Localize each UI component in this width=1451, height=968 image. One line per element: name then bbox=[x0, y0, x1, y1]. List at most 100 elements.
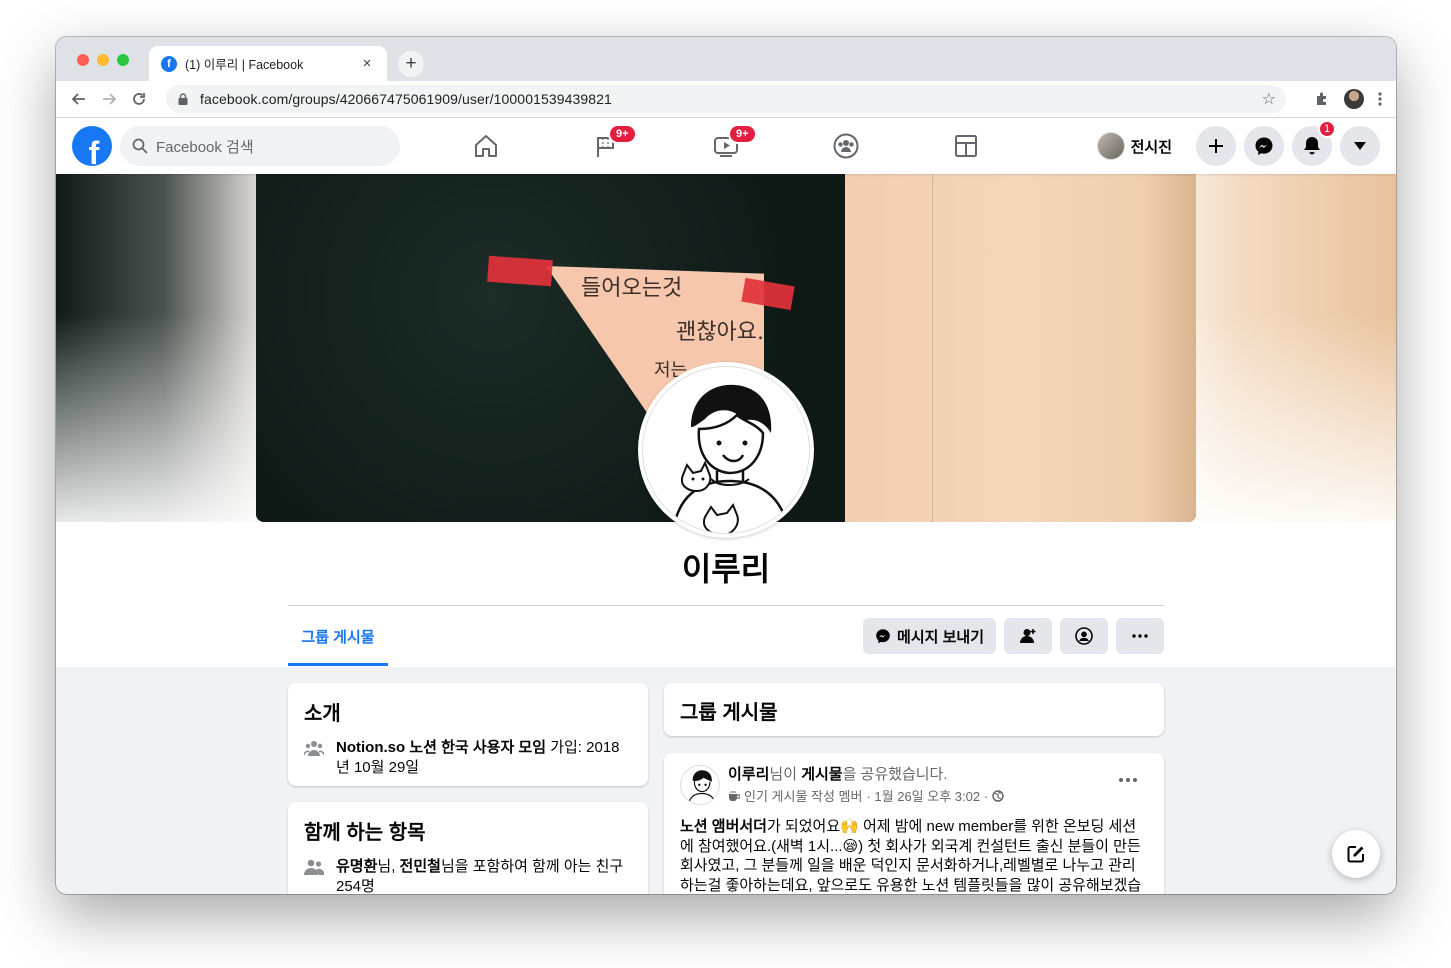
back-button[interactable] bbox=[64, 84, 94, 114]
url-text: facebook.com/groups/420667475061909/user… bbox=[200, 91, 612, 107]
main-nav: 9+ 9+ bbox=[426, 118, 1026, 174]
cover-tape-left bbox=[487, 255, 553, 287]
close-window-button[interactable] bbox=[77, 54, 89, 66]
add-friend-button[interactable] bbox=[1004, 618, 1052, 654]
globe-icon bbox=[992, 789, 1004, 802]
send-message-label: 메시지 보내기 bbox=[897, 628, 984, 646]
profile-name: 이루리 bbox=[681, 551, 771, 587]
messenger-button[interactable] bbox=[1244, 126, 1284, 166]
zoom-window-button[interactable] bbox=[117, 54, 129, 66]
search-bar[interactable]: Facebook 검색 bbox=[120, 126, 400, 166]
cover-seam bbox=[932, 174, 933, 522]
facebook-header: f Facebook 검색 9+ 9+ 전시진 1 bbox=[56, 118, 1396, 174]
header-right: 전시진 1 bbox=[1093, 120, 1380, 166]
more-vertical-icon[interactable] bbox=[1378, 91, 1382, 107]
post-date[interactable]: · 1월 26일 오후 3:02 · bbox=[866, 786, 988, 805]
notification-count-badge: 1 bbox=[1318, 120, 1336, 138]
profile-shortcut[interactable]: 전시진 bbox=[1093, 128, 1184, 164]
mutual-sep: 님, bbox=[377, 858, 400, 875]
post-author-avatar[interactable] bbox=[680, 765, 720, 805]
extension-area bbox=[1314, 85, 1382, 113]
group-posts-title: 그룹 게시물 bbox=[680, 702, 778, 724]
messenger-icon bbox=[1255, 137, 1273, 155]
group-people-icon bbox=[304, 741, 324, 756]
notifications-button[interactable]: 1 bbox=[1292, 120, 1336, 166]
pages-badge: 9+ bbox=[608, 124, 637, 144]
shared-post-link[interactable]: 게시물 bbox=[801, 766, 842, 783]
group-posts-header-card: 그룹 게시물 bbox=[664, 683, 1164, 736]
profile-circle-icon bbox=[1075, 627, 1093, 645]
coffee-badge-icon bbox=[729, 790, 740, 801]
account-menu-button[interactable] bbox=[1340, 126, 1380, 166]
search-placeholder: Facebook 검색 bbox=[156, 138, 254, 156]
bookmark-star-icon[interactable]: ☆ bbox=[1262, 89, 1276, 109]
post-more-icon[interactable] bbox=[1118, 777, 1138, 783]
plus-icon bbox=[1209, 139, 1223, 153]
view-profile-button[interactable] bbox=[1060, 618, 1108, 654]
post-author-name[interactable]: 이루리 bbox=[728, 766, 769, 783]
post-meta: 이루리님이 게시물을 공유했습니다. 인기 게시물 작성 멤버 · 1월 26일… bbox=[728, 765, 1118, 805]
group-name[interactable]: Notion.so 노션 한국 사용자 모임 bbox=[336, 739, 546, 756]
user-name: 전시진 bbox=[1130, 138, 1172, 156]
nav-watch[interactable]: 9+ bbox=[666, 118, 786, 174]
nav-gaming[interactable] bbox=[906, 118, 1026, 174]
browser-profile-avatar[interactable] bbox=[1344, 89, 1364, 109]
mutual-friends-text: 유명환님, 전민철님을 포함하여 함께 아는 친구 254명 bbox=[336, 857, 632, 894]
bell-icon bbox=[1304, 137, 1320, 155]
compose-edit-icon bbox=[1347, 846, 1364, 863]
groups-icon bbox=[833, 133, 859, 159]
browser-toolbar: facebook.com/groups/420667475061909/user… bbox=[56, 81, 1396, 118]
facebook-logo-icon[interactable]: f bbox=[72, 126, 112, 166]
create-button[interactable] bbox=[1196, 126, 1236, 166]
new-message-button[interactable] bbox=[1332, 830, 1380, 878]
intro-title: 소개 bbox=[304, 703, 341, 725]
gaming-icon bbox=[955, 135, 977, 157]
nav-home[interactable] bbox=[426, 118, 546, 174]
address-bar[interactable]: facebook.com/groups/420667475061909/user… bbox=[166, 85, 1286, 113]
more-options-button[interactable] bbox=[1116, 618, 1164, 654]
cover-light-panel bbox=[845, 174, 1196, 522]
home-icon bbox=[475, 135, 497, 157]
nav-pages[interactable]: 9+ bbox=[546, 118, 666, 174]
messenger-icon bbox=[876, 629, 890, 644]
tab-close-icon[interactable]: × bbox=[359, 55, 375, 72]
browser-window: f (1) 이루리 | Facebook × + facebook.com/gr… bbox=[56, 37, 1396, 894]
profile-actions: 메시지 보내기 bbox=[863, 618, 1164, 654]
browser-tab[interactable]: f (1) 이루리 | Facebook × bbox=[149, 46, 387, 81]
member-badge: 인기 게시물 작성 멤버 bbox=[744, 789, 863, 804]
post-card: 이루리님이 게시물을 공유했습니다. 인기 게시물 작성 멤버 · 1월 26일… bbox=[664, 753, 1164, 894]
post-share-line: 이루리님이 게시물을 공유했습니다. bbox=[728, 765, 1118, 784]
profile-content: 소개 Notion.so 노션 한국 사용자 모임 가입: 2018년 10월 … bbox=[56, 667, 1396, 894]
profile-header: 들어오는것 괜찮아요. 저는 이루리 그룹 게시물 메시지 보내기 bbox=[56, 174, 1396, 667]
watch-badge: 9+ bbox=[728, 124, 757, 144]
intro-card: 소개 Notion.so 노션 한국 사용자 모임 가입: 2018년 10월 … bbox=[288, 683, 648, 786]
reload-button[interactable] bbox=[124, 84, 154, 114]
profile-illustration bbox=[642, 366, 810, 534]
shared-end: 을 공유했습니다. bbox=[842, 766, 948, 783]
mutual-friends-row: 유명환님, 전민철님을 포함하여 함께 아는 친구 254명 bbox=[304, 857, 632, 894]
mutual-friend-1[interactable]: 유명환 bbox=[336, 858, 377, 875]
nav-groups[interactable] bbox=[786, 118, 906, 174]
post-body: 노션 앰버서더가 되었어요🙌 어제 밤에 new member를 위한 온보딩 … bbox=[680, 817, 1148, 894]
caret-down-icon bbox=[1354, 142, 1366, 150]
back-arrow-icon bbox=[71, 93, 85, 105]
more-horizontal-icon bbox=[1132, 634, 1148, 638]
intro-group-row: Notion.so 노션 한국 사용자 모임 가입: 2018년 10월 29일 bbox=[304, 738, 632, 778]
cover-handwriting-1: 들어오는것 bbox=[581, 276, 683, 301]
lock-icon bbox=[176, 92, 190, 106]
mutual-friend-2[interactable]: 전민철 bbox=[400, 858, 441, 875]
user-avatar bbox=[1096, 132, 1125, 160]
search-icon bbox=[132, 138, 148, 154]
profile-picture[interactable] bbox=[638, 362, 814, 538]
tab-strip: f (1) 이루리 | Facebook × + bbox=[56, 37, 1396, 81]
post-header: 이루리님이 게시물을 공유했습니다. 인기 게시물 작성 멤버 · 1월 26일… bbox=[680, 765, 1148, 805]
forward-button[interactable] bbox=[94, 84, 124, 114]
post-subline: 인기 게시물 작성 멤버 · 1월 26일 오후 3:02 · bbox=[728, 786, 1118, 805]
tab-group-posts[interactable]: 그룹 게시물 bbox=[288, 610, 388, 666]
post-highlight: 노션 앰버서더 bbox=[680, 818, 767, 835]
minimize-window-button[interactable] bbox=[97, 54, 109, 66]
extensions-puzzle-icon[interactable] bbox=[1314, 91, 1330, 107]
new-tab-button[interactable]: + bbox=[398, 51, 424, 77]
send-message-button[interactable]: 메시지 보내기 bbox=[863, 618, 996, 654]
shared-mid: 님이 bbox=[769, 766, 802, 783]
